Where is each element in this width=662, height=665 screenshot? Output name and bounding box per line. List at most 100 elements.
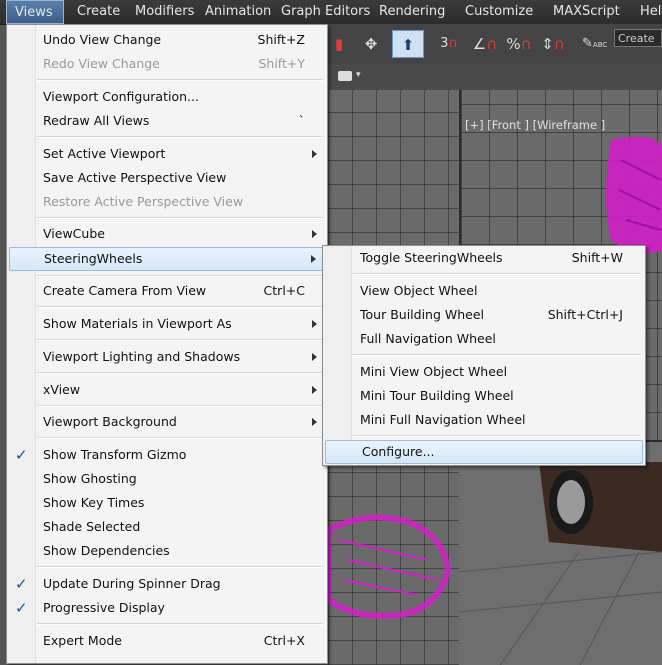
angle-snap-icon[interactable]: ∠∩ xyxy=(470,30,500,58)
progressive-display-item[interactable]: ✓ Progressive Display xyxy=(7,597,327,619)
menu-animation[interactable]: Animation xyxy=(205,0,271,24)
menu-separator xyxy=(37,275,323,277)
submenu-arrow-icon xyxy=(312,150,317,158)
main-toolbar: ▮ ✥ ⬆ 3∩ ∠∩ %∩ ⇕∩ ✎ABC xyxy=(328,24,662,65)
select-and-place-icon[interactable]: ⬆ xyxy=(392,30,424,58)
mini-tour-building-wheel-item[interactable]: Mini Tour Building Wheel xyxy=(323,385,645,407)
menu-rendering[interactable]: Rendering xyxy=(379,0,445,24)
item-label: Show Ghosting xyxy=(43,471,137,486)
dropdown-arrow-icon[interactable]: ▾ xyxy=(356,70,361,80)
item-label: Viewport Background xyxy=(43,414,177,429)
menu-graph-editors[interactable]: Graph Editors xyxy=(281,0,370,24)
item-shortcut: Ctrl+X xyxy=(263,633,305,648)
mini-view-object-wheel-item[interactable]: Mini View Object Wheel xyxy=(323,361,645,383)
item-label: Redo View Change xyxy=(43,56,160,71)
menu-gutter xyxy=(323,246,352,465)
submenu-arrow-icon xyxy=(312,320,317,328)
menu-views[interactable]: Views xyxy=(6,0,64,24)
bookmark-icon[interactable]: ▮ xyxy=(330,30,348,58)
redo-view-change-item[interactable]: Redo View Change Shift+Y xyxy=(7,53,327,75)
menu-separator xyxy=(37,437,323,439)
menu-separator xyxy=(37,79,323,81)
steeringwheels-item[interactable]: SteeringWheels xyxy=(9,247,325,271)
spinner-snap-icon[interactable]: ⇕∩ xyxy=(538,30,568,58)
update-during-spinner-drag-item[interactable]: ✓ Update During Spinner Drag xyxy=(7,573,327,595)
menu-separator xyxy=(37,405,323,407)
menu-separator xyxy=(37,306,323,308)
viewport-perspective[interactable] xyxy=(459,440,662,665)
xview-item[interactable]: xView xyxy=(7,379,327,401)
full-navigation-wheel-item[interactable]: Full Navigation Wheel xyxy=(323,328,645,350)
item-label: Viewport Lighting and Shadows xyxy=(43,349,241,364)
restore-active-perspective-item[interactable]: Restore Active Perspective View xyxy=(7,191,327,213)
checkmark-icon: ✓ xyxy=(15,599,28,617)
create-camera-from-view-item[interactable]: Create Camera From View Ctrl+C xyxy=(7,280,327,302)
item-label: Show Materials in Viewport As xyxy=(43,316,232,331)
tour-building-wheel-item[interactable]: Tour Building Wheel Shift+Ctrl+J xyxy=(323,304,645,326)
viewport-lighting-item[interactable]: Viewport Lighting and Shadows xyxy=(7,346,327,368)
show-key-times-item[interactable]: Show Key Times xyxy=(7,492,327,514)
item-label: Show Dependencies xyxy=(43,543,170,558)
menu-help[interactable]: Hel xyxy=(640,0,661,24)
view-object-wheel-item[interactable]: View Object Wheel xyxy=(323,280,645,302)
item-shortcut: ` xyxy=(298,113,305,128)
menu-customize[interactable]: Customize xyxy=(465,0,533,24)
redraw-all-views-item[interactable]: Redraw All Views ` xyxy=(7,110,327,132)
menu-separator xyxy=(37,372,323,374)
item-label: Update During Spinner Drag xyxy=(43,576,221,591)
viewport-configuration-item[interactable]: Viewport Configuration... xyxy=(7,86,327,108)
menu-separator xyxy=(37,623,323,625)
menu-modifiers[interactable]: Modifiers xyxy=(135,0,194,24)
configure-item[interactable]: Configure... xyxy=(325,440,643,464)
item-shortcut: Shift+Ctrl+J xyxy=(547,307,623,322)
item-shortcut: Shift+Z xyxy=(257,32,305,47)
expert-mode-item[interactable]: Expert Mode Ctrl+X xyxy=(7,630,327,652)
menu-separator xyxy=(37,136,323,138)
item-label: Toggle SteeringWheels xyxy=(360,250,503,265)
show-materials-item[interactable]: Show Materials in Viewport As xyxy=(7,313,327,335)
move-icon[interactable]: ✥ xyxy=(358,30,384,58)
item-label: ViewCube xyxy=(43,226,105,241)
mini-full-navigation-wheel-item[interactable]: Mini Full Navigation Wheel xyxy=(323,409,645,431)
show-dependencies-item[interactable]: Show Dependencies xyxy=(7,540,327,562)
submenu-arrow-icon xyxy=(312,418,317,426)
item-label: Configure... xyxy=(362,444,435,459)
set-active-viewport-item[interactable]: Set Active Viewport xyxy=(7,143,327,165)
viewport-background-item[interactable]: Viewport Background xyxy=(7,411,327,433)
edit-named-selection-icon[interactable]: ✎ABC xyxy=(582,30,607,58)
shade-selected-item[interactable]: Shade Selected xyxy=(7,516,327,538)
item-label: Save Active Perspective View xyxy=(43,170,227,185)
item-label: Tour Building Wheel xyxy=(360,307,485,322)
item-shortcut: Shift+Y xyxy=(258,56,305,71)
viewport-label[interactable]: [+] [Front ] [Wireframe ] xyxy=(465,118,605,132)
submenu-arrow-icon xyxy=(311,255,316,263)
item-shortcut: Ctrl+C xyxy=(263,283,305,298)
submenu-arrow-icon xyxy=(312,353,317,361)
rendered-car xyxy=(459,462,662,665)
item-label: Redraw All Views xyxy=(43,113,150,128)
save-active-perspective-item[interactable]: Save Active Perspective View xyxy=(7,167,327,189)
submenu-arrow-icon xyxy=(312,386,317,394)
menu-separator xyxy=(353,435,641,437)
snap-3d-icon[interactable]: 3∩ xyxy=(434,30,464,58)
item-label: Undo View Change xyxy=(43,32,162,47)
menu-create[interactable]: Create xyxy=(77,0,120,24)
item-label: Full Navigation Wheel xyxy=(360,331,496,346)
toggle-steeringwheels-item[interactable]: Toggle SteeringWheels Shift+W xyxy=(323,247,645,269)
item-label: SteeringWheels xyxy=(44,251,143,266)
item-label: Create Camera From View xyxy=(43,283,207,298)
submenu-arrow-icon xyxy=(312,230,317,238)
show-transform-gizmo-item[interactable]: ✓ Show Transform Gizmo xyxy=(7,444,327,466)
item-label: Show Key Times xyxy=(43,495,145,510)
viewcube-item[interactable]: ViewCube xyxy=(7,223,327,245)
item-label: Set Active Viewport xyxy=(43,146,166,161)
menu-separator xyxy=(37,566,323,568)
percent-snap-icon[interactable]: %∩ xyxy=(504,30,534,58)
menu-maxscript[interactable]: MAXScript xyxy=(553,0,620,24)
undo-view-change-item[interactable]: Undo View Change Shift+Z xyxy=(7,29,327,51)
menu-separator xyxy=(353,273,641,275)
create-selection-set-field[interactable]: Create xyxy=(614,29,662,47)
layer-icon[interactable] xyxy=(338,71,352,81)
show-ghosting-item[interactable]: Show Ghosting xyxy=(7,468,327,490)
item-shortcut: Shift+W xyxy=(571,250,623,265)
